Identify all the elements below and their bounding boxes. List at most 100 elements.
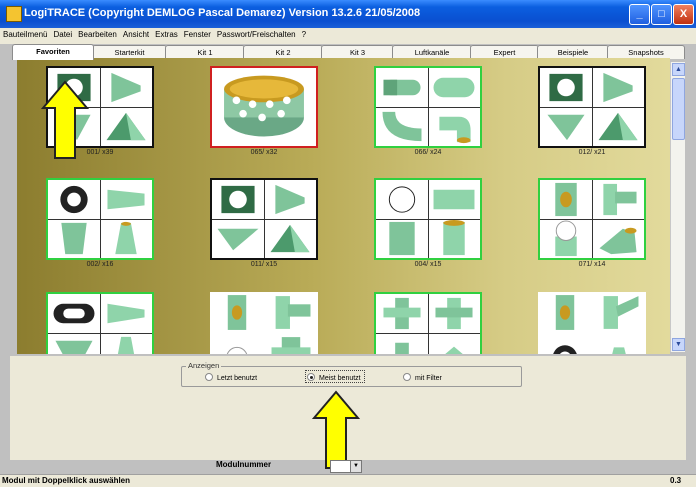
box-hole-icon bbox=[549, 73, 583, 102]
elbow-joint-icon bbox=[439, 116, 471, 144]
module-caption: 065/ x32 bbox=[250, 149, 278, 156]
menu-help[interactable]: ? bbox=[299, 28, 309, 39]
radio-dot[interactable] bbox=[205, 373, 213, 381]
tee-icon bbox=[395, 342, 409, 354]
cut-tube-icon bbox=[555, 220, 577, 257]
tab-expert[interactable]: Expert bbox=[470, 45, 539, 59]
wedge-icon bbox=[111, 72, 141, 103]
window-title: LogiTRACE (Copyright DEMLOG Pascal Demar… bbox=[24, 7, 421, 19]
close-button[interactable]: X bbox=[673, 4, 694, 25]
cone-icon bbox=[547, 114, 585, 141]
multi-tee-icon bbox=[435, 297, 473, 330]
tee-icon bbox=[275, 296, 311, 329]
app-icon[interactable] bbox=[6, 6, 22, 22]
tube-hole-icon bbox=[555, 295, 575, 330]
module-card[interactable] bbox=[374, 292, 482, 354]
module-caption: 012/ x21 bbox=[578, 149, 606, 156]
module-card-011[interactable] bbox=[210, 178, 318, 260]
tab-snapshots[interactable]: Snapshots bbox=[607, 45, 685, 59]
radio-label: Letzt benutzt bbox=[217, 375, 258, 382]
status-text: Modul mit Doppelklick auswählen bbox=[2, 476, 131, 485]
title-bar[interactable]: LogiTRACE (Copyright DEMLOG Pascal Demar… bbox=[0, 0, 696, 28]
pyramid-icon bbox=[598, 112, 638, 141]
module-card-071[interactable] bbox=[538, 178, 646, 260]
minimize-button[interactable]: _ bbox=[629, 4, 650, 25]
radio-mit-filter[interactable]: mit Filter bbox=[403, 373, 442, 382]
menu-passwort[interactable]: Passwort/Freischalten bbox=[214, 28, 299, 39]
highlight-arrow-icon bbox=[312, 390, 360, 469]
circle-icon bbox=[388, 186, 416, 213]
highlight-arrow-icon bbox=[41, 80, 89, 159]
radio-meist-benutzt[interactable]: Meist benutzt bbox=[307, 373, 361, 382]
cross-icon bbox=[445, 346, 463, 354]
menu-ansicht[interactable]: Ansicht bbox=[120, 28, 152, 39]
modulnummer-select[interactable]: ▼ bbox=[330, 460, 362, 473]
menu-datei[interactable]: Datei bbox=[50, 28, 75, 39]
ring-icon bbox=[553, 345, 577, 354]
tab-kit1[interactable]: Kit 1 bbox=[165, 45, 245, 59]
tab-starterkit[interactable]: Starterkit bbox=[92, 45, 167, 59]
menu-bearbeiten[interactable]: Bearbeiten bbox=[75, 28, 120, 39]
oval-ring-icon bbox=[53, 303, 95, 324]
multi-tee-icon bbox=[383, 297, 421, 330]
truncated-cone-icon bbox=[61, 222, 87, 255]
module-gallery: 001/ x39 065/ x32 066/ x24 012/ x21 002/… bbox=[17, 58, 670, 354]
elbow-icon bbox=[382, 111, 422, 142]
tab-favoriten[interactable]: Favoriten bbox=[12, 44, 94, 60]
wedge-icon bbox=[603, 72, 633, 103]
menu-bar: Bauteilmenü Datei Bearbeiten Ansicht Extras F… bbox=[0, 28, 696, 44]
hopper-icon bbox=[217, 228, 259, 251]
pipe-icon bbox=[433, 77, 475, 98]
pyramid-icon bbox=[106, 112, 146, 141]
tab-kit3[interactable]: Kit 3 bbox=[321, 45, 394, 59]
radio-letzt-benutzt[interactable]: Letzt benutzt bbox=[205, 373, 257, 382]
tab-beispiele[interactable]: Beispiele bbox=[537, 45, 609, 59]
funnel-icon bbox=[55, 340, 93, 354]
reducer-icon bbox=[107, 189, 145, 210]
y-branch-icon bbox=[599, 227, 637, 255]
cylinder-icon bbox=[389, 221, 415, 256]
wedge-icon bbox=[275, 184, 305, 215]
menu-fenster[interactable]: Fenster bbox=[181, 28, 214, 39]
module-caption: 011/ x15 bbox=[250, 261, 278, 268]
chevron-down-icon[interactable]: ▼ bbox=[350, 461, 361, 472]
maximize-button[interactable]: □ bbox=[651, 4, 672, 25]
module-caption: 071/ x14 bbox=[578, 261, 606, 268]
menu-bauteilmenue[interactable]: Bauteilmenü bbox=[0, 28, 50, 39]
module-caption: 002/ x16 bbox=[86, 261, 114, 268]
module-card[interactable] bbox=[538, 292, 646, 354]
module-card[interactable] bbox=[210, 292, 318, 354]
tab-kit2[interactable]: Kit 2 bbox=[243, 45, 323, 59]
module-card-066[interactable] bbox=[374, 66, 482, 148]
cone-icon bbox=[612, 347, 626, 354]
tab-luftkanaele[interactable]: Luftkanäle bbox=[392, 45, 472, 59]
scroll-up-icon[interactable]: ▲ bbox=[672, 63, 685, 76]
rectangle-duct-icon bbox=[433, 189, 475, 210]
radio-dot[interactable] bbox=[403, 373, 411, 381]
module-caption: 066/ x24 bbox=[414, 149, 442, 156]
module-caption: 004/ x15 bbox=[414, 261, 442, 268]
module-card-002[interactable] bbox=[46, 178, 154, 260]
reducer-icon bbox=[107, 303, 145, 324]
status-version: 0.3 bbox=[670, 476, 682, 485]
module-card[interactable] bbox=[46, 292, 154, 354]
vertical-scrollbar[interactable]: ▲ ▼ bbox=[670, 62, 685, 352]
tube-hole-icon bbox=[227, 295, 247, 330]
menu-extras[interactable]: Extras bbox=[152, 28, 181, 39]
cut-tube-icon bbox=[226, 346, 248, 354]
tee-icon bbox=[603, 183, 637, 216]
perforated-ring-icon bbox=[224, 75, 304, 137]
module-card-065[interactable] bbox=[210, 66, 318, 148]
box-hole-icon bbox=[221, 185, 255, 214]
module-card-004[interactable] bbox=[374, 178, 482, 260]
radio-label: mit Filter bbox=[415, 375, 442, 382]
y-branch-icon bbox=[603, 296, 639, 329]
cone-cylinder-icon bbox=[115, 221, 137, 255]
scroll-thumb[interactable] bbox=[672, 78, 685, 140]
cone-icon bbox=[117, 336, 135, 354]
half-pipe-icon bbox=[383, 79, 421, 96]
radio-dot[interactable] bbox=[307, 373, 315, 381]
anzeigen-label: Anzeigen bbox=[186, 361, 222, 370]
module-card-012[interactable] bbox=[538, 66, 646, 148]
scroll-down-icon[interactable]: ▼ bbox=[672, 338, 685, 351]
